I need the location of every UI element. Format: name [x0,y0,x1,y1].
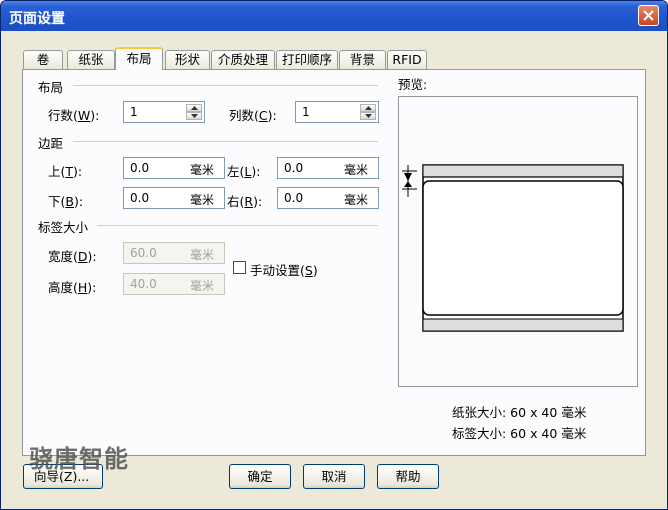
margin-group-divider [73,141,378,142]
unit-label: 毫米 [189,193,214,207]
unit-label: 毫米 [343,193,368,207]
preview-title: 预览: [398,77,428,92]
page-setup-dialog: 页面设置 卷 纸张 布局 形状 介质处理 打印顺序 背景 RFID 布局 行数(… [0,0,668,510]
right-margin-value: 0.0 [284,191,304,205]
cols-value: 1 [302,105,310,119]
spin-down-icon[interactable] [186,112,202,120]
bottom-margin-input[interactable]: 0.0 毫米 [123,187,225,209]
width-label: 宽度(D): [48,249,97,264]
unit-label: 毫米 [189,279,214,293]
cols-spinner[interactable] [360,104,376,120]
rows-label: 行数(W): [48,108,100,123]
spin-up-icon[interactable] [186,104,202,112]
size-group-title: 标签大小 [38,217,89,236]
tab-layout[interactable]: 布局 [115,47,163,70]
tab-shape[interactable]: 形状 [165,50,210,69]
left-margin-input[interactable]: 0.0 毫米 [277,157,379,179]
right-margin-input[interactable]: 0.0 毫米 [277,187,379,209]
unit-label: 毫米 [189,163,214,177]
width-value: 60.0 [130,246,157,260]
manual-setting-checkbox[interactable] [233,261,246,274]
unit-label: 毫米 [189,248,214,262]
watermark-logo: 骁唐智能 [29,445,129,473]
close-icon [643,10,654,21]
rows-value: 1 [130,105,138,119]
margin-group-title: 边距 [38,133,64,152]
tab-rfid[interactable]: RFID [387,50,427,69]
cancel-button[interactable]: 取消 [303,464,365,489]
spin-down-icon[interactable] [360,112,376,120]
width-input[interactable]: 60.0 毫米 [123,242,225,264]
bottom-margin-label: 下(B): [48,194,84,209]
tab-background[interactable]: 背景 [339,50,386,69]
tab-media[interactable]: 介质处理 [211,50,275,69]
help-button[interactable]: 帮助 [377,464,439,489]
paper-size-info: 纸张大小: 60 x 40 毫米 [452,405,587,420]
cols-label: 列数(C): [229,108,277,123]
height-input[interactable]: 40.0 毫米 [123,273,225,295]
manual-setting-label[interactable]: 手动设置(S) [250,260,318,279]
height-value: 40.0 [130,277,157,291]
tab-print-order[interactable]: 打印顺序 [276,50,338,69]
size-group-divider [97,225,378,226]
rows-spinner[interactable] [186,104,202,120]
height-label: 高度(H): [48,280,97,295]
right-margin-label: 右(R): [227,194,263,209]
tab-roll[interactable]: 卷 [23,50,63,69]
window-title: 页面设置 [9,11,65,27]
tab-paper[interactable]: 纸张 [67,50,115,69]
top-margin-input[interactable]: 0.0 毫米 [123,157,225,179]
layout-group-divider [73,85,378,86]
ok-button[interactable]: 确定 [229,464,291,489]
spin-up-icon[interactable] [360,104,376,112]
label-preview-graphic [402,164,624,332]
rows-input[interactable]: 1 [123,101,205,123]
bottom-margin-value: 0.0 [130,191,150,205]
preview-area [398,96,638,387]
left-margin-label: 左(L): [227,164,261,179]
title-bar[interactable]: 页面设置 [1,1,667,31]
label-size-info: 标签大小: 60 x 40 毫米 [452,426,587,441]
left-margin-value: 0.0 [284,161,304,175]
unit-label: 毫米 [343,163,368,177]
close-button[interactable] [638,5,659,26]
top-margin-label: 上(T): [48,164,83,179]
top-margin-value: 0.0 [130,161,150,175]
cols-input[interactable]: 1 [295,101,379,123]
layout-group-title: 布局 [38,77,64,96]
